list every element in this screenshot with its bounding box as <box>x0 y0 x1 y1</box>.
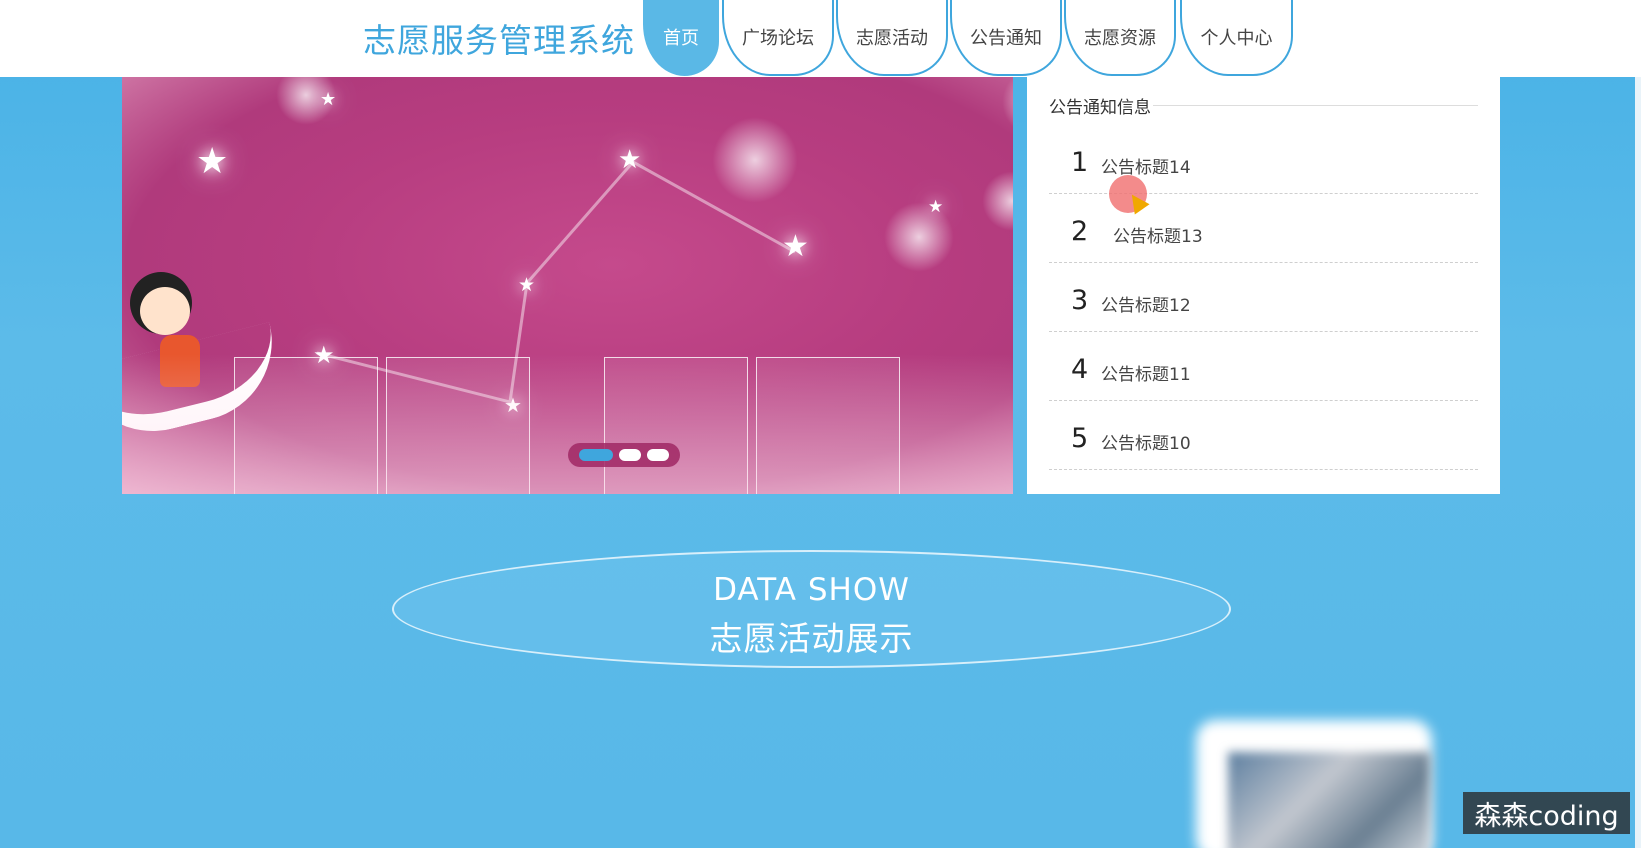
girl-face <box>140 287 190 335</box>
notice-number: 1 <box>1071 147 1089 178</box>
notice-title[interactable]: 公告标题11 <box>1101 360 1191 385</box>
notice-number: 4 <box>1071 354 1089 385</box>
section-title-cn: 志愿活动展示 <box>709 619 914 658</box>
header: 志愿服务管理系统 首页 广场论坛 志愿活动 公告通知 志愿资源 个人中心 <box>0 0 1641 77</box>
notice-panel-title: 公告通知信息 <box>1049 93 1153 118</box>
girl-body <box>160 335 200 387</box>
nav-tab-volunteer-resources[interactable]: 志愿资源 <box>1064 0 1176 76</box>
constellation-lines <box>316 160 796 404</box>
section-title-en: DATA SHOW <box>713 572 910 608</box>
notice-number: 5 <box>1071 423 1089 454</box>
notice-title[interactable]: 公告标题13 <box>1113 222 1203 247</box>
photo-frame <box>756 357 900 494</box>
nav-tab-personal-center[interactable]: 个人中心 <box>1180 0 1293 76</box>
notice-item[interactable]: 4 公告标题11 <box>1049 332 1478 401</box>
scrollbar-track[interactable] <box>1635 77 1641 848</box>
notice-title[interactable]: 公告标题12 <box>1101 291 1191 316</box>
notice-item[interactable]: 5 公告标题10 <box>1049 401 1478 470</box>
watermark: 森森coding <box>1463 792 1630 834</box>
banner-carousel[interactable]: ★ ★ ★ ★ ★ ★ ★ ★ <box>122 77 1013 494</box>
photo-frame <box>386 357 530 494</box>
star-icon: ★ <box>504 393 522 417</box>
notice-number: 2 <box>1071 216 1089 247</box>
carousel-dot-3[interactable] <box>647 449 669 461</box>
photo-frame <box>604 357 748 494</box>
section-title-ellipse: DATA SHOW 志愿活动展示 <box>392 550 1231 668</box>
notice-number: 3 <box>1071 285 1089 316</box>
nav-tab-home[interactable]: 首页 <box>643 0 719 76</box>
photo-frame <box>234 357 378 494</box>
notice-item[interactable]: 3 公告标题12 <box>1049 263 1478 332</box>
nav-tab-announcements[interactable]: 公告通知 <box>950 0 1062 76</box>
notice-panel: 公告通知信息 1 公告标题14 2 公告标题13 3 公告标题12 4 公告标题… <box>1027 77 1500 494</box>
notice-title[interactable]: 公告标题14 <box>1101 153 1191 178</box>
carousel-dot-2[interactable] <box>619 449 641 461</box>
nav-tab-volunteer-activities[interactable]: 志愿活动 <box>836 0 948 76</box>
nav-tab-forum[interactable]: 广场论坛 <box>722 0 834 76</box>
carousel-dot-1[interactable] <box>579 449 613 461</box>
notice-title[interactable]: 公告标题10 <box>1101 429 1191 454</box>
carousel-indicators <box>568 443 680 467</box>
site-title: 志愿服务管理系统 <box>363 21 635 60</box>
activity-image-blurred[interactable] <box>1228 752 1430 848</box>
